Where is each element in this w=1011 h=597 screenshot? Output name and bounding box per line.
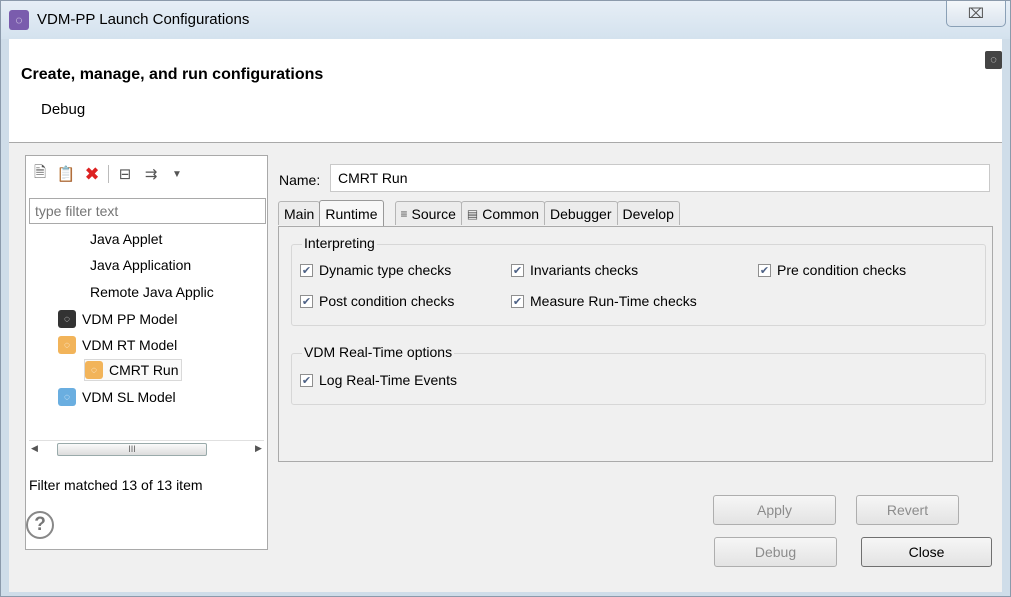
source-icon: ≡ (400, 206, 408, 221)
interpreting-legend: Interpreting (302, 235, 377, 251)
checkmark-icon: ✔ (758, 263, 771, 277)
tab-label: Source (411, 205, 456, 222)
checkbox-label: Log Real-Time Events (319, 372, 457, 388)
scroll-right-icon[interactable]: ▶ (255, 443, 262, 454)
tab-label: Runtime (325, 205, 378, 222)
tree-item-remote-java[interactable]: Remote Java Applic (90, 281, 214, 303)
filter-input[interactable] (29, 198, 266, 224)
checkmark-icon: ✔ (511, 294, 524, 308)
tree-item-label: VDM SL Model (82, 389, 176, 405)
checkmark-icon: ✔ (511, 263, 524, 277)
vdm-sl-icon: ◌ (58, 388, 76, 406)
header-subtitle: Debug (41, 101, 86, 118)
tree-item-vdm-pp-model[interactable]: ◌ VDM PP Model (58, 308, 177, 330)
runtime-tab-content: Interpreting ✔ Dynamic type checks ✔ Inv… (278, 226, 993, 462)
window-title: VDM-PP Launch Configurations (37, 11, 250, 28)
pre-condition-checkbox[interactable]: ✔ Pre condition checks (758, 262, 906, 278)
close-window-button[interactable]: ⌧ (946, 1, 1006, 27)
checkbox-label: Measure Run-Time checks (530, 293, 697, 309)
tab-common[interactable]: ▤ Common (460, 201, 546, 225)
invariants-checkbox[interactable]: ✔ Invariants checks (511, 262, 638, 278)
tree-item-label: Java Application (90, 257, 192, 273)
revert-button[interactable]: Revert (856, 495, 959, 525)
tree-item-label: VDM PP Model (82, 311, 178, 327)
realtime-legend: VDM Real-Time options (302, 344, 455, 360)
tab-runtime[interactable]: Runtime (319, 200, 384, 226)
tab-main[interactable]: Main (278, 201, 321, 225)
tab-source[interactable]: ≡ Source (394, 201, 462, 225)
launch-config-window: ◌ VDM-PP Launch Configurations ⌧ Create,… (0, 0, 1011, 597)
header-vdm-icon: ◌ (985, 51, 1002, 69)
vdm-rt-icon: ◌ (58, 336, 76, 354)
tree-item-java-application[interactable]: Java Application (90, 254, 191, 276)
common-icon: ▤ (466, 206, 479, 221)
checkmark-icon: ✔ (300, 294, 313, 308)
realtime-options-group: VDM Real-Time options ✔ Log Real-Time Ev… (291, 344, 986, 405)
config-name-field[interactable] (330, 164, 990, 192)
tree-toolbar: 🗎 📋 ✖ ⊟ ⇉ ▼ (30, 162, 187, 186)
checkbox-label: Dynamic type checks (319, 262, 452, 278)
vdm-app-icon: ◌ (9, 10, 29, 30)
collapse-all-icon[interactable]: ⊟ (115, 164, 135, 184)
dialog-body: Create, manage, and run configurations D… (9, 39, 1002, 592)
close-icon: ⌧ (967, 5, 985, 21)
help-icon[interactable]: ? (26, 511, 54, 539)
toolbar-separator (108, 165, 109, 183)
new-config-icon[interactable]: 🗎 (30, 164, 50, 184)
vdm-pp-icon: ◌ (58, 310, 76, 328)
tab-develop[interactable]: Develop (616, 201, 680, 225)
config-tree-panel: 🗎 📋 ✖ ⊟ ⇉ ▼ Java Applet Java Application… (25, 155, 268, 550)
tab-label: Main (284, 205, 315, 222)
filter-status: Filter matched 13 of 13 item (29, 477, 203, 493)
tree-item-vdm-sl-model[interactable]: ◌ VDM SL Model (58, 386, 176, 408)
tab-label: Debugger (550, 205, 612, 222)
tab-label: Develop (622, 205, 674, 222)
tree-item-label: CMRT Run (109, 362, 179, 378)
delete-icon[interactable]: ✖ (82, 164, 102, 184)
header-title: Create, manage, and run configurations (21, 66, 324, 83)
tab-label: Common (482, 205, 540, 222)
tree-item-cmrt-run[interactable]: ◌ CMRT Run (84, 359, 182, 381)
title-bar: ◌ VDM-PP Launch Configurations ⌧ (1, 1, 1010, 39)
checkmark-icon: ✔ (300, 263, 313, 277)
close-button[interactable]: Close (861, 537, 992, 567)
name-label: Name: (279, 172, 321, 188)
checkbox-label: Post condition checks (319, 293, 455, 309)
log-realtime-events-checkbox[interactable]: ✔ Log Real-Time Events (300, 372, 457, 388)
measure-runtime-checkbox[interactable]: ✔ Measure Run-Time checks (511, 293, 697, 309)
filter-icon[interactable]: ⇉ (141, 164, 161, 184)
dynamic-type-checkbox[interactable]: ✔ Dynamic type checks (300, 262, 451, 278)
scroll-left-icon[interactable]: ◀ (31, 443, 38, 454)
config-tabs: Main Runtime ≡ Source ▤ Common Debugger (278, 200, 680, 227)
dropdown-arrow-icon[interactable]: ▼ (167, 164, 187, 184)
post-condition-checkbox[interactable]: ✔ Post condition checks (300, 293, 454, 309)
duplicate-icon[interactable]: 📋 (56, 164, 76, 184)
tree-horizontal-scrollbar[interactable]: ◀ III ▶ (29, 440, 264, 457)
tree-item-java-applet[interactable]: Java Applet (90, 228, 162, 250)
tree-item-label: Remote Java Applic (90, 284, 214, 300)
checkbox-label: Pre condition checks (777, 262, 907, 278)
checkbox-label: Invariants checks (530, 262, 639, 278)
dialog-header: Create, manage, and run configurations D… (9, 39, 1002, 143)
tree-item-label: Java Applet (90, 231, 163, 247)
scroll-thumb[interactable]: III (57, 443, 207, 456)
config-editor-panel: Name: Main Runtime ≡ Source ▤ Common (269, 155, 1002, 550)
debug-button[interactable]: Debug (714, 537, 837, 567)
interpreting-group: Interpreting ✔ Dynamic type checks ✔ Inv… (291, 235, 986, 326)
apply-button[interactable]: Apply (713, 495, 836, 525)
checkmark-icon: ✔ (300, 373, 313, 387)
tree-item-label: VDM RT Model (82, 337, 178, 353)
vdm-rt-config-icon: ◌ (85, 361, 103, 379)
tab-debugger[interactable]: Debugger (544, 201, 618, 225)
tree-item-vdm-rt-model[interactable]: ◌ VDM RT Model (58, 334, 177, 356)
